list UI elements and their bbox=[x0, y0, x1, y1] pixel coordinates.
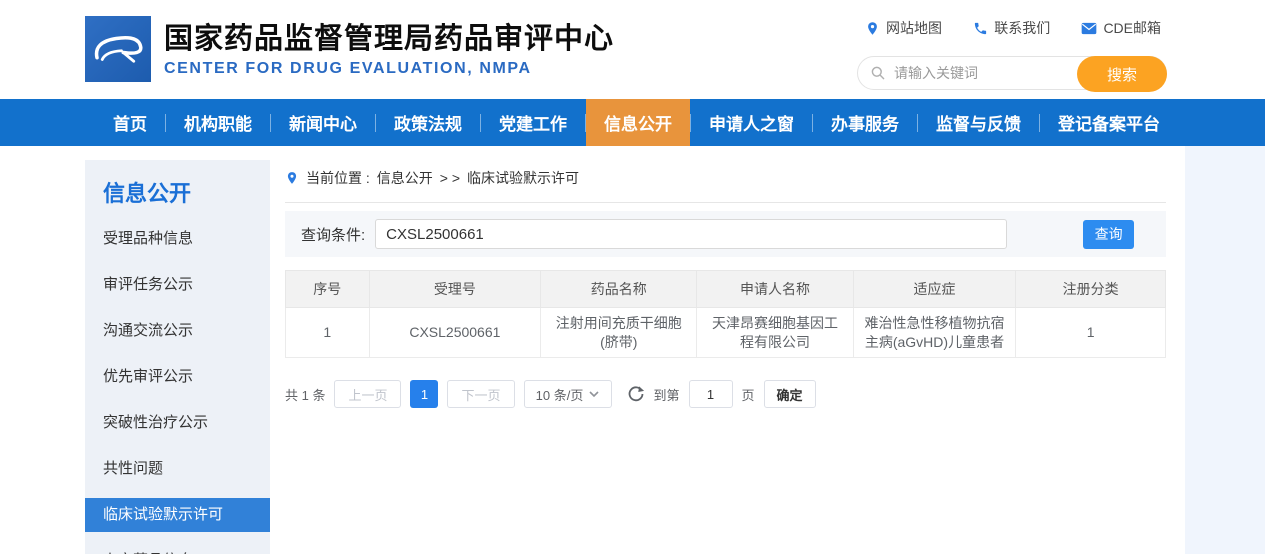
column-header-index: 序号 bbox=[286, 271, 370, 308]
query-button[interactable]: 查询 bbox=[1083, 220, 1134, 249]
sidebar-item-common-issues[interactable]: 共性问题 bbox=[85, 452, 270, 486]
right-background-strip bbox=[1185, 146, 1265, 554]
page-number-button[interactable]: 1 bbox=[410, 380, 438, 408]
page-size-select[interactable]: 10 条/页 bbox=[524, 380, 612, 408]
header-right: 网站地图 联系我们 CDE邮箱 搜索 bbox=[857, 18, 1167, 90]
nav-item-functions[interactable]: 机构职能 bbox=[166, 99, 270, 146]
nav-item-home[interactable]: 首页 bbox=[95, 99, 165, 146]
quick-links: 网站地图 联系我们 CDE邮箱 bbox=[857, 18, 1167, 38]
brand-text: 国家药品监督管理局药品审评中心 CENTER FOR DRUG EVALUATI… bbox=[164, 21, 614, 78]
site-subtitle: CENTER FOR DRUG EVALUATION, NMPA bbox=[164, 60, 614, 78]
contact-label: 联系我们 bbox=[994, 18, 1050, 38]
phone-icon bbox=[973, 21, 988, 36]
sidebar-item-clinical-trial-implied-license[interactable]: 临床试验默示许可 bbox=[85, 498, 270, 532]
cell-index: 1 bbox=[286, 308, 370, 358]
envelope-icon bbox=[1081, 22, 1097, 35]
cde-eagle-icon bbox=[90, 27, 146, 71]
next-page-button[interactable]: 下一页 bbox=[447, 380, 514, 408]
contact-link[interactable]: 联系我们 bbox=[973, 18, 1050, 38]
column-header-indication: 适应症 bbox=[853, 271, 1016, 308]
sidebar-item-communication[interactable]: 沟通交流公示 bbox=[85, 314, 270, 348]
cell-indication: 难治性急性移植物抗宿主病(aGvHD)儿童患者 bbox=[853, 308, 1016, 358]
cell-drug-name: 注射用间充质干细胞(脐带) bbox=[541, 308, 697, 358]
sidebar-item-marketed-drugs[interactable]: 上市药品信息 bbox=[85, 544, 270, 554]
query-label: 查询条件: bbox=[301, 224, 365, 245]
breadcrumb-section[interactable]: 信息公开 bbox=[377, 168, 433, 188]
refresh-icon[interactable] bbox=[627, 385, 645, 403]
breadcrumb: 当前位置 : 信息公开 > > 临床试验默示许可 bbox=[285, 160, 1166, 203]
confirm-button[interactable]: 确定 bbox=[764, 380, 816, 408]
table-row: 1 CXSL2500661 注射用间充质干细胞(脐带) 天津昂赛细胞基因工程有限… bbox=[286, 308, 1166, 358]
breadcrumb-pin-icon bbox=[285, 171, 299, 185]
nav-item-party[interactable]: 党建工作 bbox=[481, 99, 585, 146]
cde-logo bbox=[85, 16, 151, 82]
content-area: 信息公开 受理品种信息 审评任务公示 沟通交流公示 优先审评公示 突破性治疗公示… bbox=[0, 146, 1265, 554]
main-nav: 首页 机构职能 新闻中心 政策法规 党建工作 信息公开 申请人之窗 办事服务 监… bbox=[0, 99, 1265, 146]
sitemap-label: 网站地图 bbox=[886, 18, 942, 38]
query-input[interactable] bbox=[375, 219, 1007, 249]
pagination-total: 共 1 条 bbox=[285, 385, 325, 404]
cde-mail-label: CDE邮箱 bbox=[1103, 18, 1161, 38]
location-pin-icon bbox=[865, 21, 880, 36]
site-title: 国家药品监督管理局药品审评中心 bbox=[164, 21, 614, 57]
brand: 国家药品监督管理局药品审评中心 CENTER FOR DRUG EVALUATI… bbox=[85, 16, 614, 82]
sidebar-item-priority-review[interactable]: 优先审评公示 bbox=[85, 360, 270, 394]
breadcrumb-current[interactable]: 临床试验默示许可 bbox=[467, 168, 579, 188]
sidebar-item-breakthrough-therapy[interactable]: 突破性治疗公示 bbox=[85, 406, 270, 440]
nav-item-information-disclosure[interactable]: 信息公开 bbox=[586, 99, 690, 146]
page-size-value: 10 条/页 bbox=[536, 385, 584, 404]
goto-suffix: 页 bbox=[742, 385, 755, 404]
sidebar-item-review-tasks[interactable]: 审评任务公示 bbox=[85, 268, 270, 302]
nav-item-news[interactable]: 新闻中心 bbox=[271, 99, 375, 146]
breadcrumb-separator: > > bbox=[440, 170, 460, 186]
chevron-down-icon bbox=[589, 391, 599, 398]
nav-item-applicant-window[interactable]: 申请人之窗 bbox=[691, 99, 812, 146]
sidebar-title: 信息公开 bbox=[85, 176, 270, 208]
site-search: 搜索 bbox=[857, 56, 1167, 90]
sidebar: 信息公开 受理品种信息 审评任务公示 沟通交流公示 优先审评公示 突破性治疗公示… bbox=[85, 160, 270, 554]
nav-item-supervision[interactable]: 监督与反馈 bbox=[918, 99, 1039, 146]
main-panel: 当前位置 : 信息公开 > > 临床试验默示许可 查询条件: 查询 序号 受理号… bbox=[285, 160, 1166, 408]
cde-mail-link[interactable]: CDE邮箱 bbox=[1081, 18, 1161, 38]
cell-applicant-name: 天津昂赛细胞基因工程有限公司 bbox=[697, 308, 853, 358]
site-header: 国家药品监督管理局药品审评中心 CENTER FOR DRUG EVALUATI… bbox=[0, 0, 1265, 99]
column-header-applicant-name: 申请人名称 bbox=[697, 271, 853, 308]
table-header-row: 序号 受理号 药品名称 申请人名称 适应症 注册分类 bbox=[286, 271, 1166, 308]
column-header-drug-name: 药品名称 bbox=[541, 271, 697, 308]
query-bar: 查询条件: 查询 bbox=[285, 211, 1166, 257]
search-button[interactable]: 搜索 bbox=[1077, 56, 1167, 92]
pagination: 共 1 条 上一页 1 下一页 10 条/页 到第 页 确定 bbox=[285, 380, 1166, 408]
search-input[interactable] bbox=[894, 65, 1064, 81]
nav-item-services[interactable]: 办事服务 bbox=[813, 99, 917, 146]
goto-prefix: 到第 bbox=[654, 385, 680, 404]
column-header-acceptance-number: 受理号 bbox=[369, 271, 541, 308]
goto-page-input[interactable] bbox=[689, 380, 733, 408]
nav-item-registration-platform[interactable]: 登记备案平台 bbox=[1040, 99, 1178, 146]
sidebar-item-accepted-varieties[interactable]: 受理品种信息 bbox=[85, 222, 270, 256]
search-icon bbox=[870, 65, 886, 81]
nav-item-policies[interactable]: 政策法规 bbox=[376, 99, 480, 146]
results-table: 序号 受理号 药品名称 申请人名称 适应症 注册分类 1 CXSL2500661… bbox=[285, 270, 1166, 358]
sitemap-link[interactable]: 网站地图 bbox=[865, 18, 942, 38]
prev-page-button[interactable]: 上一页 bbox=[334, 380, 401, 408]
cell-registration-category: 1 bbox=[1016, 308, 1166, 358]
column-header-registration-category: 注册分类 bbox=[1016, 271, 1166, 308]
breadcrumb-prefix: 当前位置 : bbox=[306, 168, 370, 188]
cell-acceptance-number: CXSL2500661 bbox=[369, 308, 541, 358]
